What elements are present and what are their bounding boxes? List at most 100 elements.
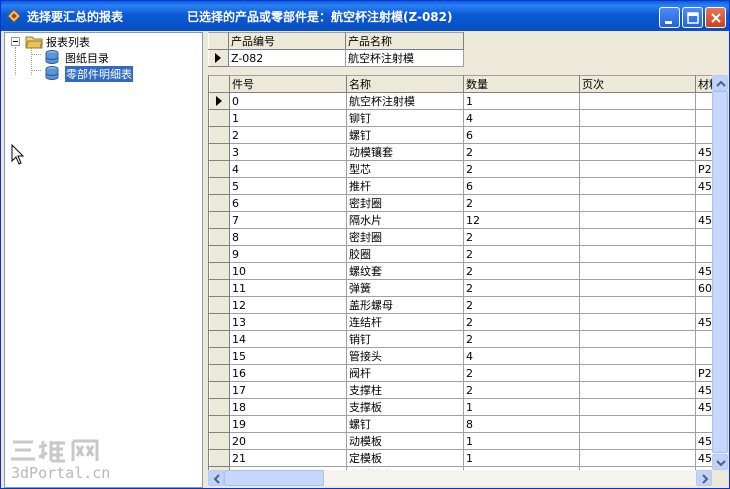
- parts-cell[interactable]: [579, 415, 696, 433]
- close-button[interactable]: [705, 7, 726, 28]
- table-row[interactable]: Z-082 航空杯注射模: [208, 49, 464, 67]
- table-row[interactable]: 1 铆钉 4: [209, 109, 728, 127]
- minimize-button[interactable]: [659, 7, 680, 28]
- parts-cell[interactable]: 销钉: [346, 330, 464, 348]
- parts-cell[interactable]: 6: [463, 177, 580, 195]
- parts-cell[interactable]: [579, 449, 696, 467]
- parts-cell[interactable]: 支撑柱: [346, 381, 464, 399]
- table-row[interactable]: 11 弹簧 2 60S: [209, 279, 728, 297]
- table-row[interactable]: 16 阀杆 2 P20: [209, 364, 728, 382]
- parts-cell[interactable]: [579, 92, 696, 110]
- parts-cell[interactable]: 4: [463, 347, 580, 365]
- parts-cell[interactable]: 2: [463, 381, 580, 399]
- table-row[interactable]: 14 销钉 2: [209, 330, 728, 348]
- parts-cell[interactable]: 1: [463, 398, 580, 416]
- parts-cell[interactable]: 1: [463, 92, 580, 110]
- parts-cell[interactable]: 4: [463, 109, 580, 127]
- parts-cell[interactable]: [579, 228, 696, 246]
- parts-cell[interactable]: 12: [229, 296, 347, 314]
- parts-cell[interactable]: 2: [463, 245, 580, 263]
- table-row[interactable]: 21 定模板 1 45: [209, 449, 728, 467]
- parts-cell[interactable]: 螺钉: [346, 126, 464, 144]
- parts-cell[interactable]: 2: [229, 126, 347, 144]
- parts-cell[interactable]: 6: [463, 126, 580, 144]
- parts-cell[interactable]: 定模板: [346, 449, 464, 467]
- parts-cell[interactable]: 1: [229, 109, 347, 127]
- parts-cell[interactable]: 2: [463, 143, 580, 161]
- product-cell[interactable]: 航空杯注射模: [345, 49, 464, 67]
- table-row[interactable]: 19 螺钉 8: [209, 415, 728, 433]
- parts-cell[interactable]: 2: [463, 279, 580, 297]
- parts-col-header[interactable]: 页次: [579, 75, 696, 93]
- parts-cell[interactable]: 3: [229, 143, 347, 161]
- table-row[interactable]: 15 管接头 4: [209, 347, 728, 365]
- parts-cell[interactable]: 8: [229, 228, 347, 246]
- parts-cell[interactable]: 18: [229, 398, 347, 416]
- parts-cell[interactable]: 螺钉: [346, 415, 464, 433]
- horizontal-scrollbar[interactable]: [208, 470, 712, 486]
- table-row[interactable]: 6 密封圈 2: [209, 194, 728, 212]
- parts-cell[interactable]: 动模镶套: [346, 143, 464, 161]
- horizontal-scroll-thumb[interactable]: [224, 470, 324, 486]
- tree-item-drawing-list[interactable]: 图纸目录: [5, 49, 200, 65]
- table-row[interactable]: 0 航空杯注射模 1: [209, 92, 728, 110]
- parts-cell[interactable]: [579, 381, 696, 399]
- parts-cell[interactable]: [579, 194, 696, 212]
- parts-col-header[interactable]: 名称: [346, 75, 464, 93]
- parts-cell[interactable]: 支撑板: [346, 398, 464, 416]
- parts-cell[interactable]: [579, 432, 696, 450]
- parts-cell[interactable]: 13: [229, 313, 347, 331]
- scroll-down-button[interactable]: [712, 454, 728, 470]
- parts-cell[interactable]: [579, 143, 696, 161]
- parts-col-header[interactable]: 数量: [463, 75, 580, 93]
- table-row[interactable]: 4 型芯 2 P20: [209, 160, 728, 178]
- parts-cell[interactable]: 2: [463, 313, 580, 331]
- parts-cell[interactable]: 20: [229, 432, 347, 450]
- parts-cell[interactable]: 21: [229, 449, 347, 467]
- table-row[interactable]: 9 胶圈 2: [209, 245, 728, 263]
- parts-cell[interactable]: 密封圈: [346, 228, 464, 246]
- tree-item-parts-list[interactable]: 零部件明细表: [5, 65, 200, 82]
- parts-cell[interactable]: 螺纹套: [346, 262, 464, 280]
- parts-cell[interactable]: 1: [463, 449, 580, 467]
- parts-cell[interactable]: 17: [229, 381, 347, 399]
- parts-col-header[interactable]: 件号: [229, 75, 347, 93]
- parts-cell[interactable]: 2: [463, 228, 580, 246]
- vertical-scrollbar[interactable]: [712, 75, 728, 470]
- parts-cell[interactable]: 弹簧: [346, 279, 464, 297]
- maximize-button[interactable]: [682, 7, 703, 28]
- parts-cell[interactable]: 16: [229, 364, 347, 382]
- table-row[interactable]: 3 动模镶套 2 45: [209, 143, 728, 161]
- parts-cell[interactable]: [579, 398, 696, 416]
- title-bar[interactable]: 选择要汇总的报表 已选择的产品或零部件是：航空杯注射模(Z-082): [1, 1, 729, 31]
- parts-cell[interactable]: [579, 347, 696, 365]
- parts-cell[interactable]: [579, 262, 696, 280]
- table-row[interactable]: 12 盖形螺母 2: [209, 296, 728, 314]
- table-row[interactable]: 13 连结杆 2 45: [209, 313, 728, 331]
- parts-cell[interactable]: 0: [229, 92, 347, 110]
- parts-cell[interactable]: 隔水片: [346, 211, 464, 229]
- parts-cell[interactable]: [579, 330, 696, 348]
- parts-cell[interactable]: [579, 245, 696, 263]
- table-row[interactable]: 5 推杆 6 45: [209, 177, 728, 195]
- parts-cell[interactable]: 2: [463, 160, 580, 178]
- parts-cell[interactable]: 2: [463, 262, 580, 280]
- parts-cell[interactable]: 铆钉: [346, 109, 464, 127]
- parts-cell[interactable]: [579, 211, 696, 229]
- parts-cell[interactable]: 密封圈: [346, 194, 464, 212]
- parts-cell[interactable]: 10: [229, 262, 347, 280]
- parts-cell[interactable]: 6: [229, 194, 347, 212]
- table-row[interactable]: 7 隔水片 12 45: [209, 211, 728, 229]
- scroll-up-button[interactable]: [712, 75, 728, 91]
- scroll-left-button[interactable]: [208, 470, 224, 486]
- parts-cell[interactable]: 7: [229, 211, 347, 229]
- table-row[interactable]: 18 支撑板 1 45: [209, 398, 728, 416]
- parts-cell[interactable]: 胶圈: [346, 245, 464, 263]
- parts-cell[interactable]: 5: [229, 177, 347, 195]
- parts-cell[interactable]: 连结杆: [346, 313, 464, 331]
- table-row[interactable]: 10 螺纹套 2 45: [209, 262, 728, 280]
- parts-cell[interactable]: 1: [463, 432, 580, 450]
- parts-cell[interactable]: 2: [463, 330, 580, 348]
- parts-cell[interactable]: 4: [229, 160, 347, 178]
- parts-cell[interactable]: 动模板: [346, 432, 464, 450]
